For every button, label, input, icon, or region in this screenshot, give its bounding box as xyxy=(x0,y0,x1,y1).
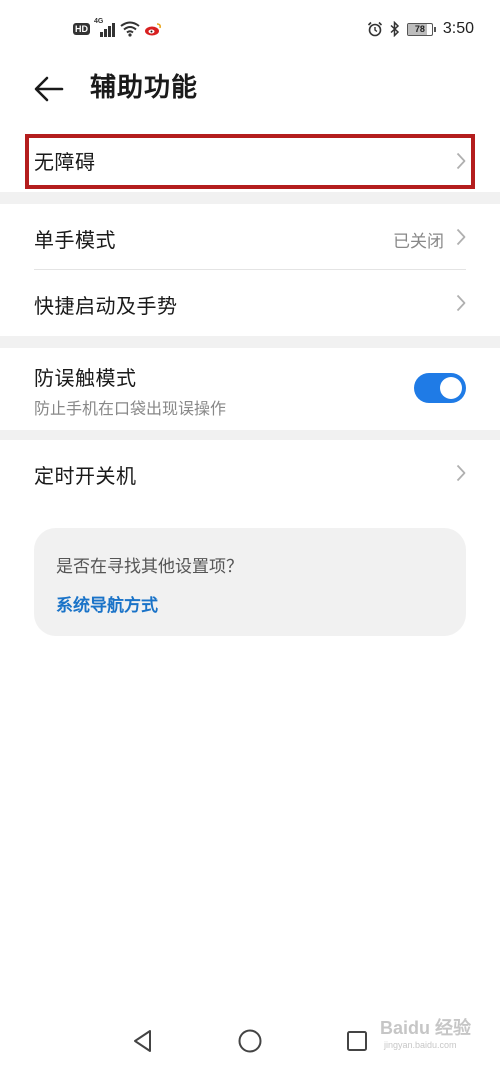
arrow-left-icon[interactable] xyxy=(32,72,66,106)
back-triangle-icon[interactable] xyxy=(130,1028,156,1054)
suggestion-question: 是否在寻找其他设置项？ xyxy=(56,557,243,577)
toggle-knob xyxy=(440,377,462,399)
settings-item-pocket-mode[interactable]: 防误触模式 防止手机在口袋出现误操作 xyxy=(0,348,500,430)
signal-icon: 4G xyxy=(94,18,116,38)
settings-item-shortcuts-gestures[interactable]: 快捷启动及手势 xyxy=(0,270,500,336)
settings-item-value: 已关闭 xyxy=(393,232,444,252)
weibo-icon xyxy=(145,23,161,36)
status-bar-right: 78 3:50 xyxy=(367,19,474,39)
page-title: 辅助功能 xyxy=(90,73,199,103)
settings-item-label: 快捷启动及手势 xyxy=(34,294,178,318)
bluetooth-icon xyxy=(390,21,399,37)
home-circle-icon[interactable] xyxy=(237,1028,263,1054)
baidu-watermark: Baidu 经验 jingyan.baidu.com xyxy=(380,1014,476,1058)
settings-item-one-hand-mode[interactable]: 单手模式 已关闭 xyxy=(0,204,500,270)
hd-icon: HD xyxy=(73,23,90,35)
pocket-mode-toggle[interactable] xyxy=(414,373,466,403)
settings-item-label: 防误触模式 xyxy=(34,366,137,390)
page-header: 辅助功能 xyxy=(0,58,500,120)
section-gap xyxy=(0,430,500,440)
chevron-right-icon xyxy=(456,294,466,312)
settings-item-label: 定时开关机 xyxy=(34,464,137,488)
status-bar: HD 4G 78 3:50 xyxy=(0,0,500,58)
system-navigation-link[interactable]: 系统导航方式 xyxy=(56,591,158,616)
settings-item-description: 防止手机在口袋出现误操作 xyxy=(34,399,227,418)
battery-icon: 78 xyxy=(406,22,433,36)
alarm-icon xyxy=(367,21,382,37)
battery-level: 78 xyxy=(414,23,425,34)
settings-item-scheduled-power[interactable]: 定时开关机 xyxy=(0,440,500,506)
watermark-url: jingyan.baidu.com xyxy=(384,1040,457,1050)
settings-item-label: 单手模式 xyxy=(34,228,116,252)
section-gap xyxy=(0,336,500,348)
recents-square-icon[interactable] xyxy=(344,1028,370,1054)
clock: 3:50 xyxy=(442,20,474,37)
wifi-icon xyxy=(120,21,140,37)
watermark-brand: Baidu 经验 xyxy=(380,1018,472,1038)
chevron-right-icon xyxy=(456,464,466,482)
section-gap xyxy=(0,192,500,204)
suggestion-card: 是否在寻找其他设置项？ 系统导航方式 xyxy=(34,528,466,636)
chevron-right-icon xyxy=(456,228,466,246)
status-bar-left: HD 4G xyxy=(73,18,162,39)
highlight-frame xyxy=(25,134,475,189)
